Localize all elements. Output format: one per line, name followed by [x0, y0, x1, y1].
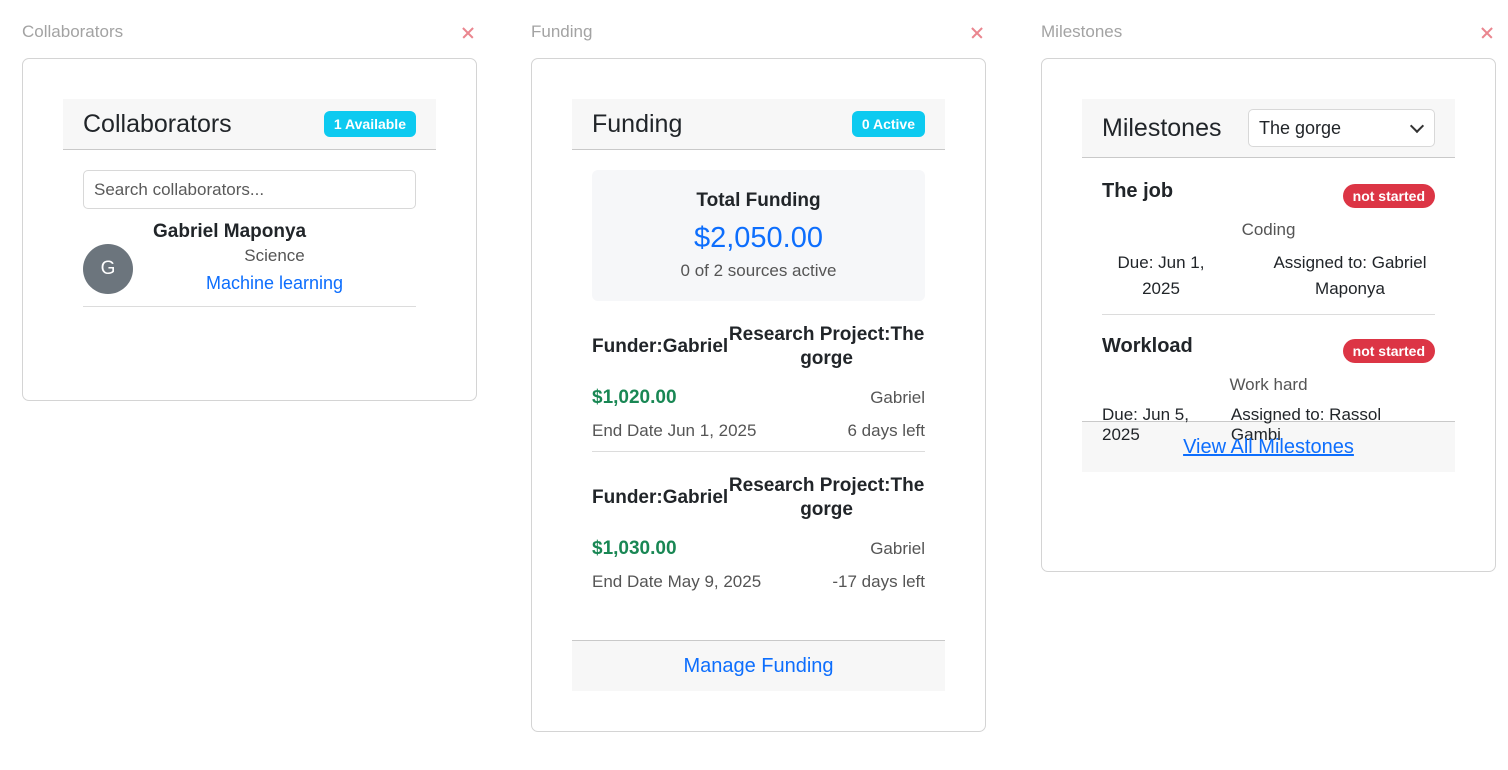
widget-title: Funding [531, 22, 593, 41]
card-body: G Gabriel Maponya Science Machine learni… [63, 150, 436, 327]
card-footer: Manage Funding [572, 640, 945, 691]
widget-header: Collaborators [22, 0, 477, 58]
avatar: G [83, 244, 133, 294]
total-funding-box: Total Funding $2,050.00 0 of 2 sources a… [592, 170, 925, 301]
widget-body: Funding 0 Active Total Funding $2,050.00… [531, 58, 986, 732]
milestones-widget: Milestones Milestones The gorge The job … [1041, 0, 1496, 572]
funding-widget: Funding Funding 0 Active Total Funding $… [531, 0, 986, 732]
card-header: Funding 0 Active [572, 99, 945, 150]
list-item[interactable]: Funder:Gabriel Research Project:The gorg… [592, 301, 925, 452]
card-title: Milestones [1102, 113, 1222, 142]
milestone-due: Due: Jun 1, 2025 [1117, 253, 1205, 298]
chevron-down-icon [1409, 118, 1425, 133]
collaborator-info: Gabriel Maponya Science Machine learning [133, 221, 416, 294]
manage-funding-link[interactable]: Manage Funding [683, 655, 833, 678]
funding-days-left: 6 days left [847, 421, 926, 440]
widget-body: Milestones The gorge The job not started… [1041, 58, 1496, 572]
funding-amount: $1,020.00 [592, 387, 677, 408]
active-badge: 0 Active [851, 111, 925, 137]
card-title: Funding [592, 109, 683, 138]
funding-project: Research Project:The gorge [728, 475, 925, 520]
funder-name: Funder:Gabriel [592, 487, 729, 508]
collaborator-interest-link[interactable]: Machine learning [133, 273, 416, 294]
list-item[interactable]: The job not started Coding Due: Jun 1, 2… [1102, 180, 1435, 315]
project-select[interactable]: The gorge [1248, 109, 1435, 147]
status-badge: not started [1342, 184, 1435, 208]
milestone-description: Work hard [1229, 375, 1308, 394]
list-item[interactable]: G Gabriel Maponya Science Machine learni… [83, 209, 416, 307]
funding-project: Research Project:The gorge [728, 324, 925, 369]
widget-title: Collaborators [22, 22, 124, 41]
card-title: Collaborators [83, 109, 232, 138]
funding-end-date: End Date May 9, 2025 [592, 572, 762, 591]
widget-title: Milestones [1041, 22, 1123, 41]
funder-name: Funder:Gabriel [592, 336, 729, 357]
list-item[interactable]: Funder:Gabriel Research Project:The gorg… [592, 452, 925, 602]
close-icon[interactable] [457, 22, 479, 44]
collaborators-card: Collaborators 1 Available G Gabriel Mapo… [63, 99, 436, 327]
card-body: The job not started Coding Due: Jun 1, 2… [1082, 158, 1455, 458]
view-all-milestones-link[interactable]: View All Milestones [1183, 436, 1354, 459]
funding-owner: Gabriel [870, 388, 925, 407]
funding-end-date: End Date Jun 1, 2025 [592, 421, 757, 440]
search-input[interactable] [83, 170, 416, 209]
project-select-value: The gorge [1259, 117, 1342, 138]
widget-header: Funding [531, 0, 986, 58]
total-funding-amount: $2,050.00 [693, 222, 823, 254]
card-body: Total Funding $2,050.00 0 of 2 sources a… [572, 150, 945, 640]
card-header: Collaborators 1 Available [63, 99, 436, 150]
milestone-title: The job [1102, 180, 1174, 202]
collaborator-department: Science [244, 246, 305, 265]
card-header: Milestones The gorge [1082, 99, 1455, 158]
funding-owner: Gabriel [870, 539, 925, 558]
collaborators-widget: Collaborators Collaborators 1 Available … [22, 0, 477, 401]
funding-days-left: -17 days left [832, 572, 925, 591]
milestone-assigned: Assigned to: Gabriel Maponya [1273, 253, 1427, 298]
status-badge: not started [1342, 339, 1435, 363]
funding-card: Funding 0 Active Total Funding $2,050.00… [572, 99, 945, 691]
available-badge: 1 Available [323, 111, 416, 137]
milestones-card: Milestones The gorge The job not started… [1082, 99, 1455, 472]
collaborator-name: Gabriel Maponya [153, 221, 307, 242]
close-icon[interactable] [1476, 22, 1498, 44]
funding-amount: $1,030.00 [592, 538, 677, 559]
milestone-title: Workload [1102, 335, 1193, 357]
total-funding-label: Total Funding [696, 190, 821, 211]
total-funding-sources: 0 of 2 sources active [680, 261, 837, 280]
widget-header: Milestones [1041, 0, 1496, 58]
milestone-description: Coding [1241, 220, 1296, 239]
close-icon[interactable] [966, 22, 988, 44]
widget-body: Collaborators 1 Available G Gabriel Mapo… [22, 58, 477, 401]
